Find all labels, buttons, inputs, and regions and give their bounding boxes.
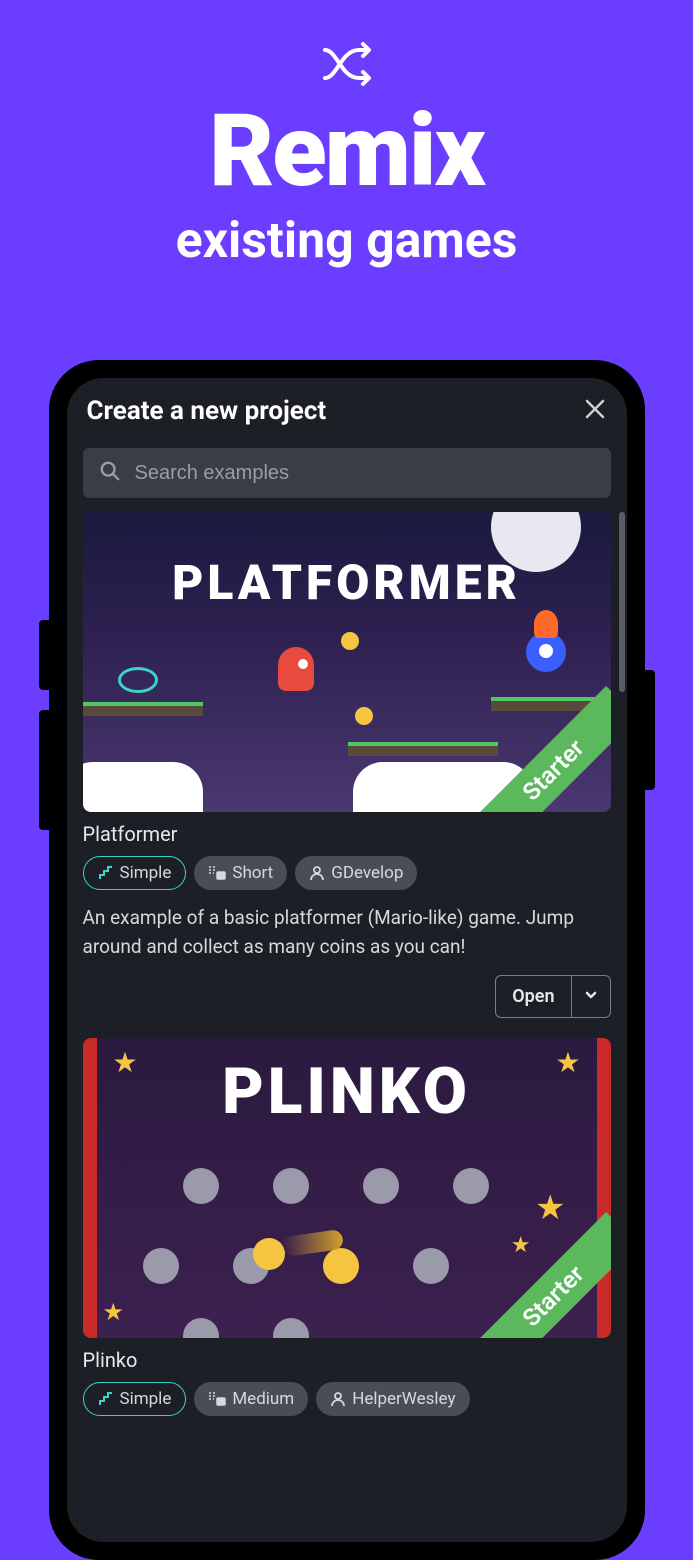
examples-list: PLATFORMER Starter Platformer [67, 512, 627, 1416]
thumbnail-title: PLINKO [222, 1054, 471, 1129]
example-thumbnail[interactable]: PLATFORMER Starter [83, 512, 611, 812]
search-input[interactable] [135, 462, 595, 485]
card-actions: Open [83, 975, 611, 1018]
thumbnail-title: PLATFORMER [172, 554, 521, 611]
length-tag[interactable]: Short [194, 856, 287, 890]
example-title: Plinko [83, 1348, 611, 1372]
starter-badge: Starter [469, 1212, 611, 1338]
tag-row: Simple Short GDevelop [83, 856, 611, 890]
dialog-title: Create a new project [87, 396, 327, 426]
example-thumbnail[interactable]: PLINKO ★★★ ★★★ Starter [83, 1038, 611, 1338]
example-card: PLATFORMER Starter Platformer [83, 512, 611, 1018]
search-icon [99, 460, 121, 486]
scrollbar[interactable] [619, 512, 625, 692]
hero-subtitle: existing games [0, 212, 693, 270]
hero-section: Remix existing games [0, 0, 693, 270]
user-icon [330, 1391, 346, 1407]
example-card: PLINKO ★★★ ★★★ Starter Plinko Simple [83, 1038, 611, 1416]
phone-frame: Create a new project PLATFORMER [49, 360, 645, 1560]
hero-title: Remix [0, 102, 693, 202]
open-dropdown-button[interactable] [571, 976, 610, 1017]
difficulty-tag[interactable]: Simple [83, 1382, 187, 1416]
chevron-down-icon [584, 987, 598, 1006]
example-title: Platformer [83, 822, 611, 846]
author-tag[interactable]: HelperWesley [316, 1382, 469, 1416]
shuffle-icon [319, 40, 375, 92]
open-button[interactable]: Open [496, 976, 570, 1017]
stairs-icon [98, 1391, 114, 1407]
length-icon [208, 866, 226, 880]
length-icon [208, 1392, 226, 1406]
tag-row: Simple Medium HelperWesley [83, 1382, 611, 1416]
example-description: An example of a basic platformer (Mario-… [83, 904, 611, 961]
user-icon [309, 865, 325, 881]
author-tag[interactable]: GDevelop [295, 856, 417, 890]
length-tag[interactable]: Medium [194, 1382, 308, 1416]
difficulty-tag[interactable]: Simple [83, 856, 187, 890]
dialog-header: Create a new project [67, 378, 627, 440]
phone-screen: Create a new project PLATFORMER [67, 378, 627, 1542]
close-button[interactable] [583, 397, 607, 426]
open-button-group: Open [495, 975, 610, 1018]
stairs-icon [98, 865, 114, 881]
search-bar[interactable] [83, 448, 611, 498]
